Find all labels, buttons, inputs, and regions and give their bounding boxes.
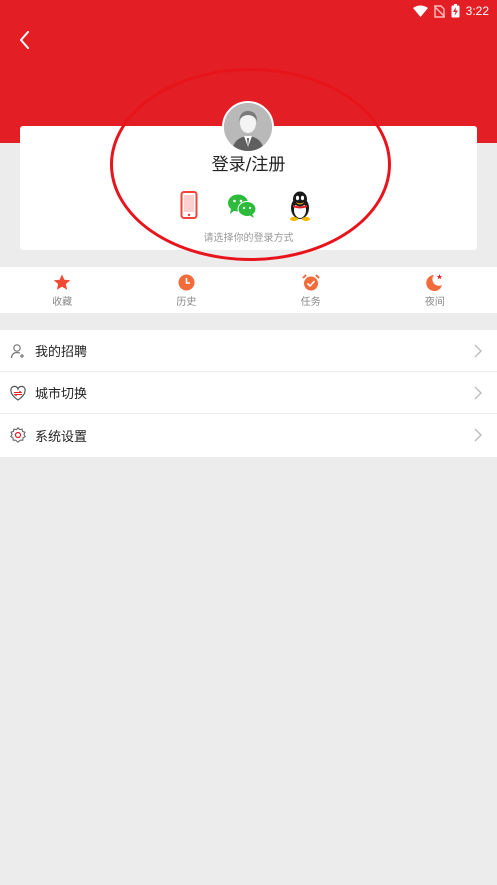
- quick-label-history: 历史: [176, 297, 197, 308]
- qq-icon[interactable]: [287, 188, 313, 222]
- menu-label-city-switch: 城市切换: [35, 387, 88, 402]
- user-avatar-icon: [224, 103, 272, 151]
- login-hint: 请选择你的登录方式: [203, 233, 294, 244]
- menu-label-my-recruitment: 我的招聘: [35, 345, 88, 360]
- login-register-title[interactable]: 登录/注册: [0, 150, 497, 175]
- person-add-icon: [10, 344, 24, 359]
- chevron-right-icon: [474, 344, 482, 358]
- gear-icon: [10, 427, 26, 443]
- back-button[interactable]: [14, 28, 36, 52]
- menu-item-my-recruitment[interactable]: 我的招聘: [0, 330, 497, 372]
- battery-charging-icon: [451, 4, 460, 18]
- quick-actions-bar: 收藏 历史 任务 夜间: [0, 267, 497, 313]
- settings-menu: 我的招聘 城市切换 系统设置: [0, 330, 497, 457]
- quick-label-tasks: 任务: [300, 297, 321, 308]
- menu-label-system-settings: 系统设置: [35, 430, 88, 445]
- quick-label-favorites: 收藏: [52, 297, 73, 308]
- menu-item-city-switch[interactable]: 城市切换: [0, 372, 497, 414]
- clock-icon: [178, 274, 195, 291]
- moon-icon: [426, 274, 443, 291]
- clock-time: 3:22: [465, 4, 489, 18]
- quick-item-history[interactable]: 历史: [124, 267, 248, 313]
- city-switch-icon: [10, 385, 26, 401]
- status-bar: 3:22: [412, 0, 497, 22]
- quick-label-night-mode: 夜间: [424, 297, 445, 308]
- chevron-left-icon: [20, 31, 29, 49]
- wechat-icon[interactable]: [227, 188, 257, 222]
- quick-item-favorites[interactable]: 收藏: [0, 267, 124, 313]
- quick-item-night-mode[interactable]: 夜间: [373, 267, 497, 313]
- alarm-check-icon: [301, 274, 320, 291]
- quick-item-tasks[interactable]: 任务: [249, 267, 373, 313]
- no-sim-icon: [433, 4, 445, 18]
- login-methods: [0, 188, 497, 222]
- wifi-icon: [412, 5, 428, 17]
- star-icon: [53, 274, 71, 290]
- chevron-right-icon: [474, 386, 482, 400]
- menu-item-system-settings[interactable]: 系统设置: [0, 414, 497, 457]
- avatar[interactable]: [222, 101, 274, 153]
- chevron-right-icon: [474, 428, 482, 442]
- phone-icon[interactable]: [180, 188, 198, 222]
